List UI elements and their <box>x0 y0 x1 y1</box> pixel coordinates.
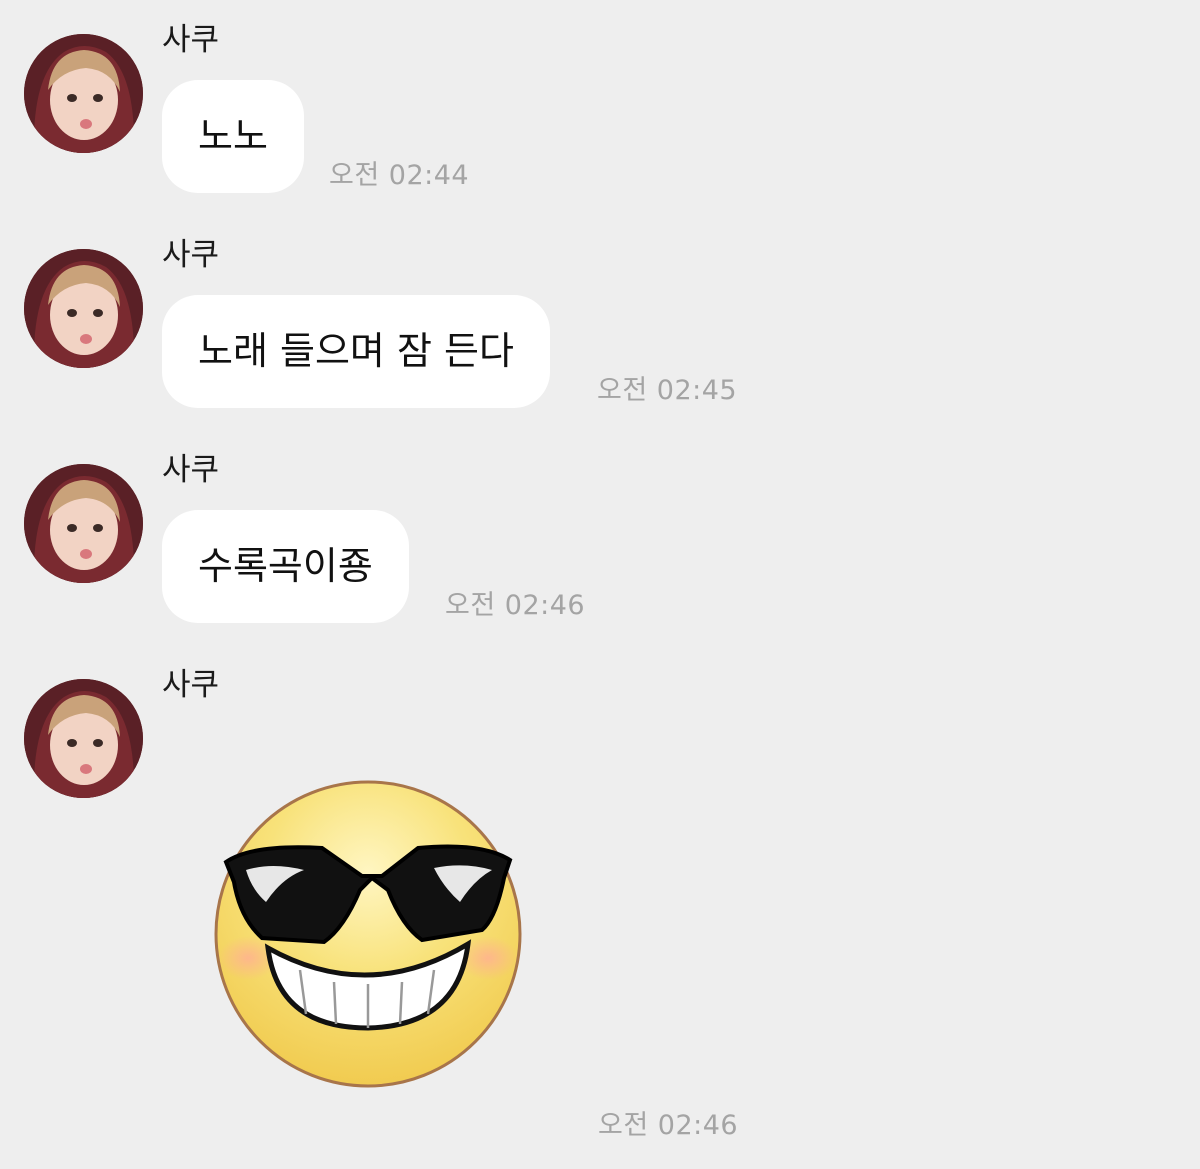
message-bubble[interactable]: 노래 들으며 잠 든다 <box>162 295 550 408</box>
sender-name: 사쿠 <box>162 22 220 58</box>
sender-name: 사쿠 <box>162 452 220 488</box>
sunglasses-grin-emoji-sticker[interactable] <box>212 778 524 1090</box>
sender-name: 사쿠 <box>162 237 220 273</box>
message-bubble[interactable]: 노노 <box>162 80 304 193</box>
message-time: 오전 02:46 <box>445 590 586 621</box>
sender-name: 사쿠 <box>162 667 220 703</box>
avatar[interactable] <box>24 679 143 798</box>
avatar[interactable] <box>24 464 143 583</box>
avatar[interactable] <box>24 34 143 153</box>
message-bubble[interactable]: 수록곡이죵 <box>162 510 409 623</box>
message-time: 오전 02:45 <box>597 375 738 406</box>
message-time: 오전 02:44 <box>329 160 470 191</box>
avatar[interactable] <box>24 249 143 368</box>
message-time: 오전 02:46 <box>598 1110 739 1141</box>
